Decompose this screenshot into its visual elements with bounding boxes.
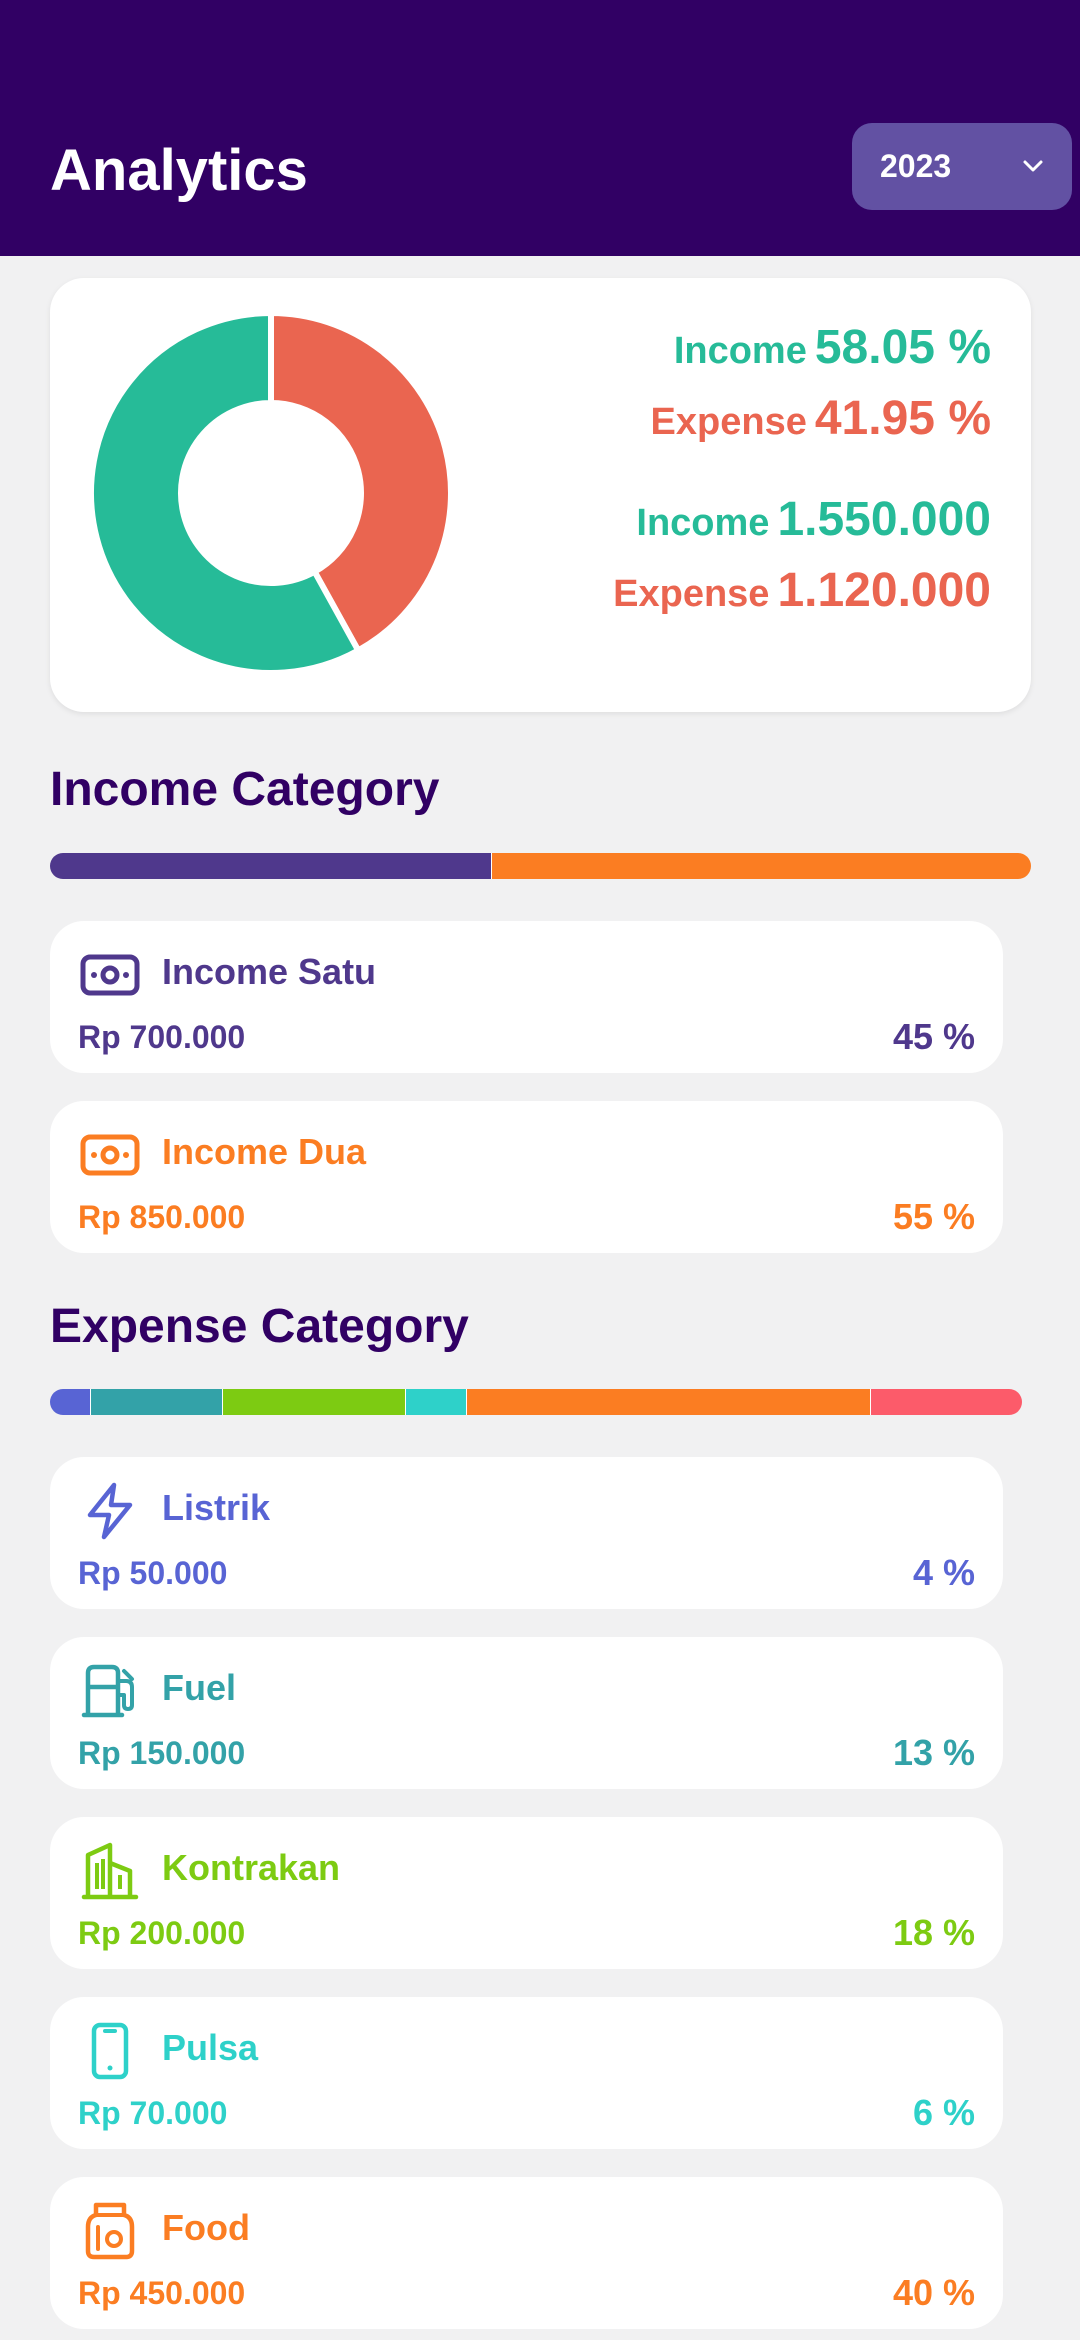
money-icon xyxy=(80,1134,140,1176)
expense-bar-segment xyxy=(222,1389,405,1415)
income-bar-segment xyxy=(50,853,491,879)
income-percent-label: Income xyxy=(673,330,807,372)
expense-amount-value: 1.120.000 xyxy=(777,564,991,617)
expense-item-percent: 4 % xyxy=(912,1552,975,1593)
expense-amount-row: Expense 1.120.000 xyxy=(613,561,991,632)
expense-percent-value: 41.95 % xyxy=(814,392,991,445)
income-item-percent: 45 % xyxy=(892,1016,975,1057)
expense-bar-segment xyxy=(869,1389,1022,1415)
expense-category-title: Expense Category xyxy=(50,1300,469,1353)
expense-item-amount: Rp 50.000 xyxy=(78,1555,228,1591)
expense-item-percent: 6 % xyxy=(912,2092,975,2133)
building-icon xyxy=(81,1842,139,1900)
expense-item-name: Pulsa xyxy=(162,2027,259,2068)
expense-category-bar xyxy=(50,1389,1022,1415)
money-icon xyxy=(80,954,140,996)
expense-item-name: Listrik xyxy=(162,1487,271,1528)
expense-item-card[interactable]: Kontrakan Rp 200.000 18 % xyxy=(50,1817,1003,1969)
phone-icon xyxy=(91,2022,129,2080)
income-item-card[interactable]: Income Dua Rp 850.000 55 % xyxy=(50,1101,1003,1253)
food-bag-icon xyxy=(85,2202,135,2260)
income-expense-donut-chart xyxy=(90,312,452,674)
expense-bar-segment xyxy=(465,1389,870,1415)
summary-stats: Income 58.05 % Expense 41.95 % Income 1.550… xyxy=(613,318,991,632)
expense-item-amount: Rp 450.000 xyxy=(78,2275,246,2311)
expense-item-percent: 18 % xyxy=(892,1912,975,1953)
income-percent-row: Income 58.05 % xyxy=(613,318,991,389)
expense-item-percent: 13 % xyxy=(892,1732,975,1773)
chevron-down-icon xyxy=(1023,160,1043,172)
income-category-bar xyxy=(50,853,1031,879)
page-title: Analytics xyxy=(50,138,308,203)
year-dropdown[interactable]: 2023 xyxy=(852,123,1072,210)
income-category-title: Income Category xyxy=(50,763,440,816)
income-item-amount: Rp 850.000 xyxy=(78,1199,246,1235)
expense-item-card[interactable]: Listrik Rp 50.000 4 % xyxy=(50,1457,1003,1609)
expense-item-amount: Rp 150.000 xyxy=(78,1735,246,1771)
expense-bar-segment xyxy=(90,1389,223,1415)
expense-item-percent: 40 % xyxy=(892,2272,975,2313)
income-item-amount: Rp 700.000 xyxy=(78,1019,246,1055)
expense-item-name: Kontrakan xyxy=(162,1847,341,1888)
income-percent-value: 58.05 % xyxy=(814,321,991,374)
expense-percent-row: Expense 41.95 % xyxy=(613,389,991,460)
expense-item-amount: Rp 70.000 xyxy=(78,2095,228,2131)
expense-item-name: Fuel xyxy=(162,1667,237,1708)
income-amount-label: Income xyxy=(636,502,770,544)
expense-item-card[interactable]: Pulsa Rp 70.000 6 % xyxy=(50,1997,1003,2149)
income-item-percent: 55 % xyxy=(892,1196,975,1237)
expense-amount-label: Expense xyxy=(613,573,770,615)
expense-bar-segment xyxy=(404,1389,466,1415)
income-item-name: Income Dua xyxy=(162,1131,367,1172)
app-header: Analytics 2023 xyxy=(0,0,1080,256)
expense-item-card[interactable]: Food Rp 450.000 40 % xyxy=(50,2177,1003,2329)
income-amount-value: 1.550.000 xyxy=(777,493,991,546)
income-amount-row: Income 1.550.000 xyxy=(613,490,991,561)
year-value: 2023 xyxy=(880,148,952,184)
expense-item-amount: Rp 200.000 xyxy=(78,1915,246,1951)
income-bar-segment xyxy=(491,853,1031,879)
summary-card: Income 58.05 % Expense 41.95 % Income 1.550… xyxy=(50,278,1031,712)
expense-item-card[interactable]: Fuel Rp 150.000 13 % xyxy=(50,1637,1003,1789)
lightning-icon xyxy=(87,1482,133,1540)
income-item-name: Income Satu xyxy=(162,951,377,992)
expense-percent-label: Expense xyxy=(650,401,807,443)
expense-item-name: Food xyxy=(162,2207,250,2248)
fuel-pump-icon xyxy=(81,1664,134,1718)
expense-bar-segment xyxy=(50,1389,91,1415)
income-item-card[interactable]: Income Satu Rp 700.000 45 % xyxy=(50,921,1003,1073)
